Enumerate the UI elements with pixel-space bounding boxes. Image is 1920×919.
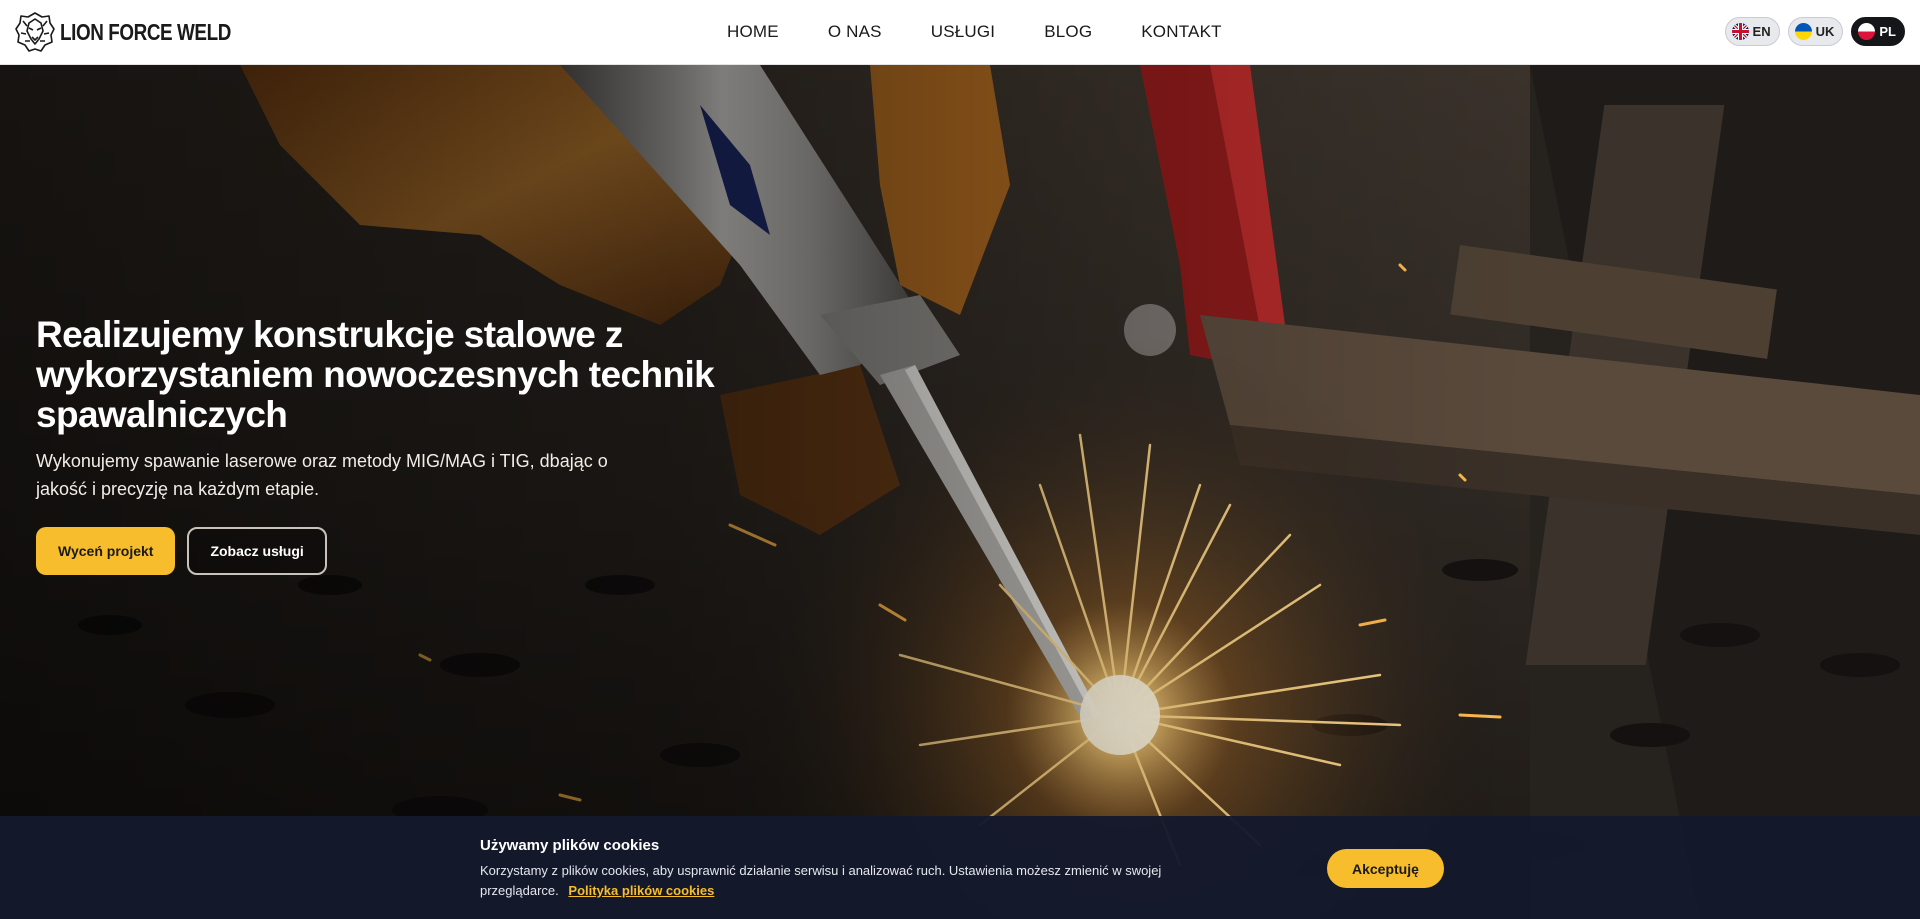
site-header: LION FORCE WELD HOME O NAS USŁUGI BLOG K… — [0, 0, 1920, 65]
nav-item-blog[interactable]: BLOG — [1044, 22, 1092, 42]
lang-button-en[interactable]: EN — [1724, 17, 1780, 46]
hero-content: Realizujemy konstrukcje stalowe z wykorz… — [36, 315, 756, 575]
nav-item-contact[interactable]: KONTAKT — [1141, 22, 1221, 42]
lang-code: PL — [1879, 24, 1896, 39]
logo-link[interactable]: LION FORCE WELD — [15, 11, 268, 53]
cookie-body: Korzystamy z plików cookies, aby usprawn… — [480, 861, 1200, 901]
hero-subtitle: Wykonujemy spawanie laserowe oraz metody… — [36, 451, 608, 499]
nav-item-services[interactable]: USŁUGI — [931, 22, 996, 42]
cookie-text: Używamy plików cookies Korzystamy z plik… — [480, 837, 1200, 901]
see-services-button[interactable]: Zobacz usługi — [187, 527, 327, 575]
lang-code: UK — [1815, 24, 1835, 39]
ukraine-flag-icon — [1794, 23, 1812, 40]
lion-logo-icon — [15, 12, 55, 52]
nav-item-home[interactable]: HOME — [727, 22, 779, 42]
lang-button-pl[interactable]: PL — [1851, 17, 1905, 46]
quote-project-button[interactable]: Wyceń projekt — [36, 527, 176, 575]
hero-buttons: Wyceń projekt Zobacz usługi — [36, 527, 756, 575]
hero-title: Realizujemy konstrukcje stalowe z wykorz… — [36, 314, 715, 435]
accept-cookies-button[interactable]: Akceptuję — [1327, 849, 1444, 888]
hero-section: Realizujemy konstrukcje stalowe z wykorz… — [0, 65, 1920, 919]
main-nav: HOME O NAS USŁUGI BLOG KONTAKT — [727, 22, 1271, 42]
lang-code: EN — [1752, 24, 1771, 39]
uk-flag-icon — [1731, 23, 1749, 40]
cookie-policy-link[interactable]: Polityka plików cookies — [568, 883, 714, 898]
nav-item-about[interactable]: O NAS — [828, 22, 882, 42]
cookie-banner: Używamy plików cookies Korzystamy z plik… — [0, 816, 1920, 919]
cookie-title: Używamy plików cookies — [480, 837, 660, 854]
language-switcher: EN UK PL — [1717, 17, 1905, 46]
poland-flag-icon — [1858, 23, 1876, 40]
lang-button-uk[interactable]: UK — [1787, 17, 1844, 46]
logo-text: LION FORCE WELD — [60, 18, 231, 45]
